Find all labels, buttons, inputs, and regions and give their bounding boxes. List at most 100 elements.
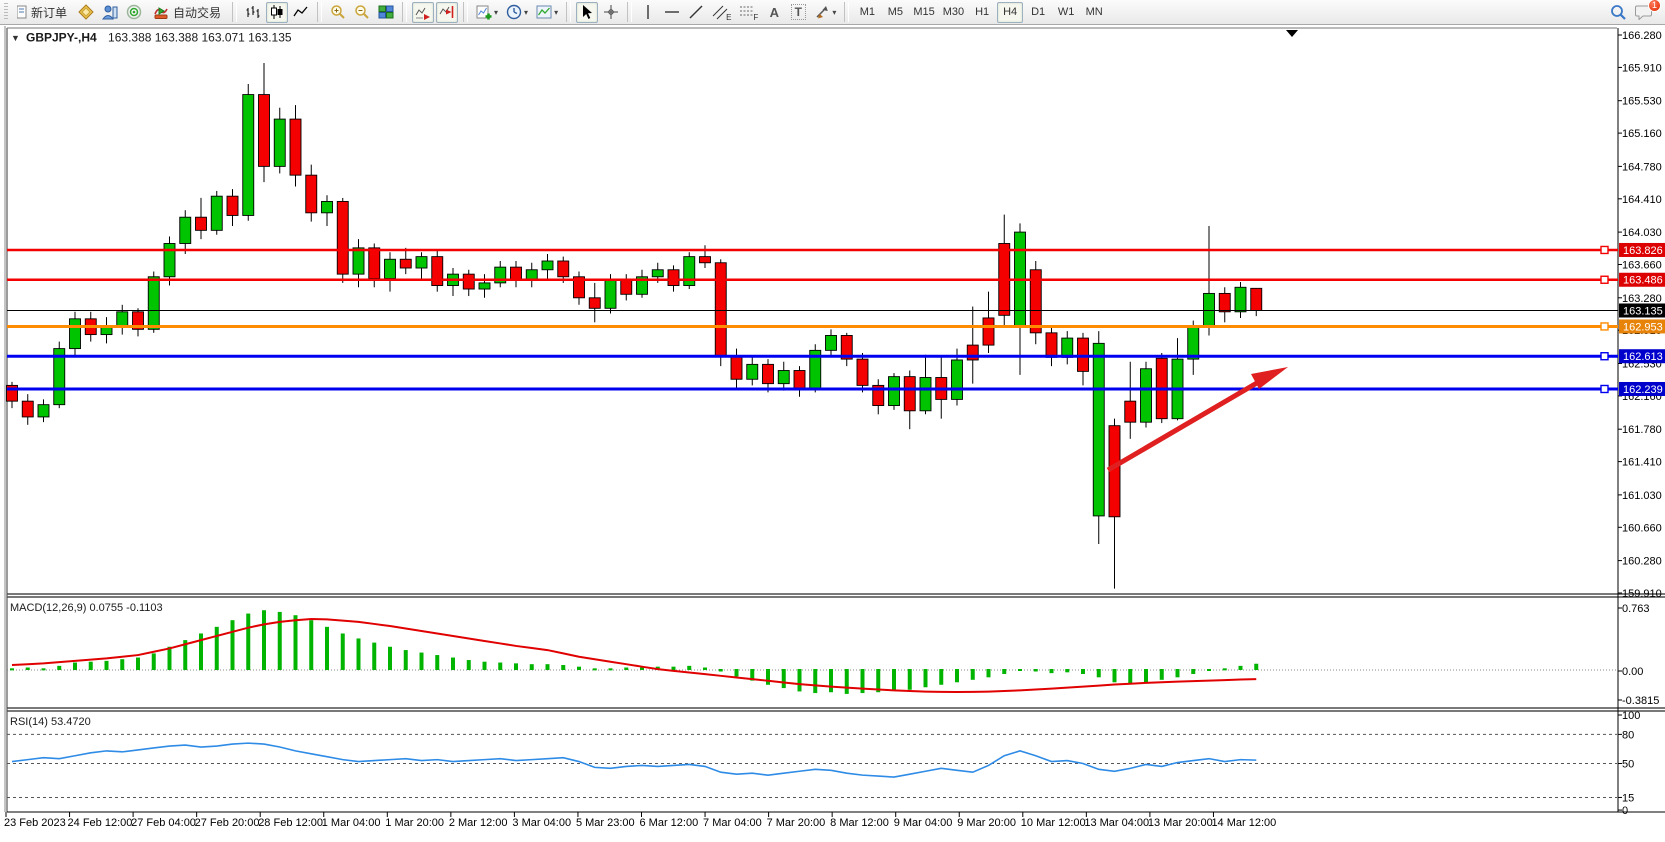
clock-icon	[506, 4, 522, 20]
svg-text:GBPJPY-,H4 163.388 163: GBPJPY-,H4 163.388 163.388 163.071 163.1…	[26, 31, 292, 45]
macd-pane: 0.7630.00-0.3815	[7, 603, 1659, 707]
chart-shift-marker[interactable]	[1286, 30, 1298, 37]
svg-text:166.280: 166.280	[1622, 30, 1662, 42]
svg-text:159.910: 159.910	[1622, 588, 1662, 600]
tile-windows-icon	[378, 4, 394, 20]
new-order-icon	[17, 5, 27, 19]
svg-text:7 Mar 04:00: 7 Mar 04:00	[703, 817, 762, 829]
svg-text:-0.3815: -0.3815	[1622, 695, 1659, 707]
svg-text:100: 100	[1622, 710, 1640, 722]
search-button[interactable]	[1607, 2, 1630, 23]
periods-button[interactable]: ▾	[503, 2, 531, 23]
svg-text:10 Mar 12:00: 10 Mar 12:00	[1021, 817, 1086, 829]
shapes-tool-button[interactable]: ▾	[811, 2, 839, 23]
svg-text:3 Mar 04:00: 3 Mar 04:00	[512, 817, 571, 829]
svg-text:27 Feb 20:00: 27 Feb 20:00	[195, 817, 260, 829]
svg-text:27 Feb 04:00: 27 Feb 04:00	[131, 817, 196, 829]
autotrading-button[interactable]: 自动交易	[147, 2, 227, 23]
chart-symbol-label: GBPJPY-,H4	[26, 31, 97, 45]
timeframe-m1-button[interactable]: M1	[854, 2, 880, 23]
candlestick-mode-button[interactable]	[266, 2, 288, 23]
trendline-tool-button[interactable]	[685, 2, 707, 23]
chart-shift-button[interactable]	[436, 2, 458, 23]
market-watch-icon	[102, 4, 118, 20]
timeframe-mn-button[interactable]: MN	[1081, 2, 1107, 23]
svg-text:28 Feb 12:00: 28 Feb 12:00	[258, 817, 323, 829]
svg-text:161.780: 161.780	[1622, 424, 1662, 436]
bar-chart-mode-button[interactable]	[242, 2, 264, 23]
channel-sub-label: E	[726, 13, 731, 22]
quotes-button[interactable]	[75, 2, 97, 23]
timeframe-h1-button[interactable]: H1	[969, 2, 995, 23]
time-axis[interactable]: 23 Feb 202324 Feb 12:0027 Feb 04:0027 Fe…	[4, 812, 1276, 829]
add-indicator-button[interactable]: ▾	[473, 2, 501, 23]
svg-text:160.280: 160.280	[1622, 556, 1662, 568]
tile-windows-button[interactable]	[375, 2, 397, 23]
templates-button[interactable]: ▾	[533, 2, 561, 23]
svg-text:163.826: 163.826	[1623, 245, 1663, 257]
chart-canvas[interactable]: 166.280165.910165.530165.160164.780164.4…	[0, 26, 1665, 842]
timeframe-label: H4	[1003, 6, 1017, 18]
text-label-tool-button[interactable]: T	[787, 2, 809, 23]
data-window-button[interactable]	[123, 2, 145, 23]
timeframe-h4-button[interactable]: H4	[997, 2, 1023, 23]
auto-scroll-button[interactable]	[412, 2, 434, 23]
main-toolbar: 新订单 自动交易	[0, 0, 1665, 25]
channel-tool-button[interactable]: E	[709, 2, 734, 23]
text-tool-icon: A	[770, 5, 779, 20]
zoom-in-icon	[330, 4, 346, 20]
svg-text:6 Mar 12:00: 6 Mar 12:00	[640, 817, 699, 829]
timeframe-m5-button[interactable]: M5	[882, 2, 908, 23]
price-axis[interactable]: 166.280165.910165.530165.160164.780164.4…	[1618, 30, 1665, 600]
chart-collapse-icon[interactable]: ▼	[11, 33, 20, 43]
timeframe-m30-button[interactable]: M30	[940, 2, 967, 23]
timeframe-label: W1	[1058, 6, 1075, 18]
autotrading-label: 自动交易	[173, 4, 221, 21]
rsi-indicator-label: RSI(14) 53.4720	[10, 716, 91, 728]
zoom-in-button[interactable]	[327, 2, 349, 23]
horizontal-line-tool-button[interactable]	[661, 2, 683, 23]
cursor-icon	[579, 4, 595, 20]
timeframe-label: M5	[888, 6, 903, 18]
quotes-icon	[78, 4, 94, 20]
svg-text:163.660: 163.660	[1622, 260, 1662, 272]
cursor-tool-button[interactable]	[576, 2, 598, 23]
timeframe-m15-button[interactable]: M15	[910, 2, 937, 23]
svg-text:9 Mar 20:00: 9 Mar 20:00	[957, 817, 1016, 829]
svg-text:160.660: 160.660	[1622, 522, 1662, 534]
text-tool-button[interactable]: A	[763, 2, 785, 23]
line-chart-mode-button[interactable]	[290, 2, 312, 23]
svg-text:5 Mar 23:00: 5 Mar 23:00	[576, 817, 635, 829]
search-icon	[1610, 4, 1627, 21]
new-order-label: 新订单	[31, 4, 67, 21]
chart-shift-icon	[439, 4, 455, 20]
notifications-button[interactable]: 1	[1632, 2, 1656, 23]
svg-text:8 Mar 12:00: 8 Mar 12:00	[830, 817, 889, 829]
zoom-out-button[interactable]	[351, 2, 373, 23]
svg-text:163.135: 163.135	[1623, 305, 1663, 317]
auto-scroll-icon	[415, 4, 431, 20]
mt4-window: { "toolbar": { "new_order_label": "新订单",…	[0, 0, 1665, 842]
toolbar-separator	[232, 2, 237, 22]
chevron-down-icon: ▾	[832, 8, 836, 17]
svg-text:162.953: 162.953	[1623, 321, 1663, 333]
notification-badge: 1	[1648, 0, 1661, 12]
svg-text:2 Mar 12:00: 2 Mar 12:00	[449, 817, 508, 829]
fibonacci-tool-button[interactable]: F	[736, 2, 761, 23]
timeframe-d1-button[interactable]: D1	[1025, 2, 1051, 23]
candlestick-icon	[269, 4, 285, 20]
svg-text:13 Mar 20:00: 13 Mar 20:00	[1148, 817, 1213, 829]
new-order-button[interactable]: 新订单	[11, 2, 73, 23]
svg-text:1 Mar 04:00: 1 Mar 04:00	[322, 817, 381, 829]
svg-text:162.239: 162.239	[1623, 384, 1663, 396]
toolbar-separator	[566, 2, 571, 22]
timeframe-w1-button[interactable]: W1	[1053, 2, 1079, 23]
crosshair-tool-button[interactable]	[600, 2, 622, 23]
svg-text:165.530: 165.530	[1622, 96, 1662, 108]
chart-title: ▼ GBPJPY-,H4 163.388 163.388 163.071 163…	[11, 31, 292, 45]
market-watch-button[interactable]	[99, 2, 121, 23]
svg-text:161.410: 161.410	[1622, 457, 1662, 469]
shapes-icon	[814, 4, 830, 20]
vertical-line-tool-button[interactable]	[637, 2, 659, 23]
macd-indicator-label: MACD(12,26,9) 0.0755 -0.1103	[10, 602, 163, 614]
